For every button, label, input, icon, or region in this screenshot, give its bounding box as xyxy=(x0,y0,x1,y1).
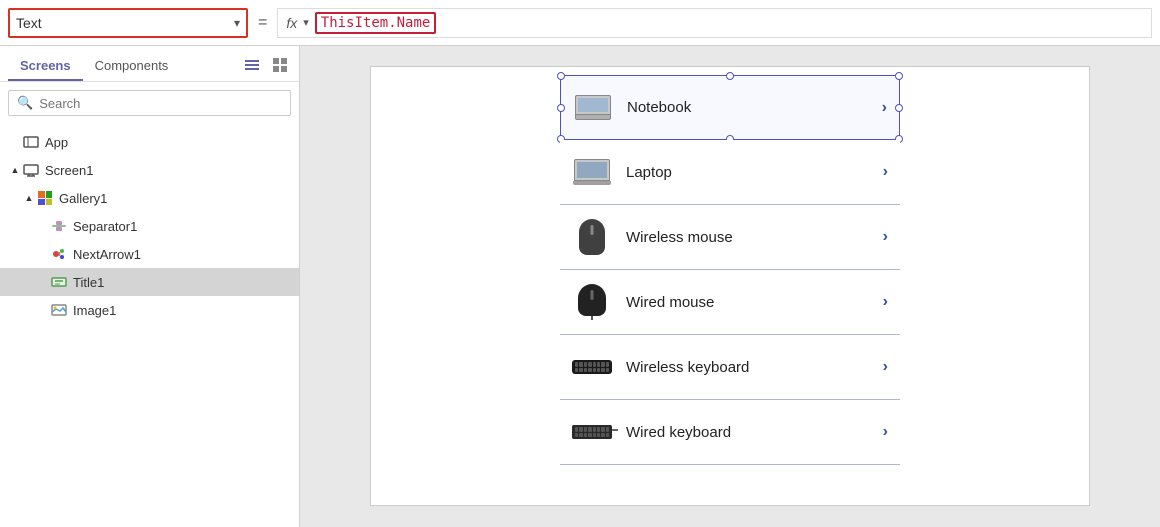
item-name-wired-keyboard: Wired keyboard xyxy=(626,424,883,441)
tab-screens[interactable]: Screens xyxy=(8,52,83,81)
nextarrow-icon xyxy=(50,245,68,263)
formula-expression: ThisItem.Name xyxy=(315,12,437,34)
title-icon xyxy=(50,273,68,291)
canvas-area[interactable]: Notebook › Laptop › xyxy=(300,46,1160,527)
app-icon xyxy=(22,133,40,151)
handle-tm[interactable] xyxy=(726,72,734,80)
item-image-wireless-keyboard xyxy=(572,347,612,387)
item-image-laptop xyxy=(572,152,612,192)
item-arrow-wireless-keyboard[interactable]: › xyxy=(883,358,888,376)
separator-icon xyxy=(50,217,68,235)
tree-item-app[interactable]: App xyxy=(0,128,299,156)
item-arrow-wired-keyboard[interactable]: › xyxy=(883,423,888,441)
search-icon: 🔍 xyxy=(17,95,33,111)
item-name-wired-mouse: Wired mouse xyxy=(626,294,883,311)
tree-label-gallery1: Gallery1 xyxy=(59,191,107,206)
tree-label-app: App xyxy=(45,135,68,150)
handle-ml[interactable] xyxy=(557,104,565,112)
item-arrow-laptop[interactable]: › xyxy=(883,163,888,181)
tree-item-separator1[interactable]: Separator1 xyxy=(0,212,299,240)
tree-label-title1: Title1 xyxy=(73,275,104,290)
handle-tl[interactable] xyxy=(557,72,565,80)
search-box[interactable]: 🔍 xyxy=(8,90,291,116)
formula-fx-icon: fx xyxy=(286,15,297,31)
image1-icon xyxy=(50,301,68,319)
item-name-wireless-keyboard: Wireless keyboard xyxy=(626,359,883,376)
tree-label-image1: Image1 xyxy=(73,303,116,318)
list-view-icon[interactable] xyxy=(241,54,263,76)
expand-gallery1[interactable]: ▲ xyxy=(22,193,36,203)
tree-item-image1[interactable]: Image1 xyxy=(0,296,299,324)
item-image-wireless-mouse xyxy=(572,217,612,257)
item-name-wireless-mouse: Wireless mouse xyxy=(626,229,883,246)
item-image-wired-keyboard xyxy=(572,412,612,452)
item-name-notebook: Notebook xyxy=(627,99,882,116)
main-area: Screens Components xyxy=(0,46,1160,527)
search-input[interactable] xyxy=(39,96,282,111)
handle-mr[interactable] xyxy=(895,104,903,112)
gallery-item-wireless-keyboard[interactable]: Wireless keyboard › xyxy=(560,335,900,400)
app-canvas: Notebook › Laptop › xyxy=(370,66,1090,506)
tree-item-gallery1[interactable]: ▲ Gallery1 xyxy=(0,184,299,212)
tree-label-separator1: Separator1 xyxy=(73,219,137,234)
equals-sign: = xyxy=(254,14,271,32)
item-image-notebook xyxy=(573,88,613,128)
gallery-item-wireless-mouse[interactable]: Wireless mouse › xyxy=(560,205,900,270)
left-panel: Screens Components xyxy=(0,46,300,527)
item-name-laptop: Laptop xyxy=(626,164,883,181)
tree-item-title1[interactable]: Title1 xyxy=(0,268,299,296)
tree-label-screen1: Screen1 xyxy=(45,163,93,178)
screen-icon xyxy=(22,161,40,179)
expand-screen1[interactable]: ▲ xyxy=(8,165,22,175)
property-label: Text xyxy=(16,15,230,31)
gallery-item-laptop[interactable]: Laptop › xyxy=(560,140,900,205)
item-image-wired-mouse xyxy=(572,282,612,322)
item-arrow-wired-mouse[interactable]: › xyxy=(883,293,888,311)
property-selector[interactable]: Text ▾ xyxy=(8,8,248,38)
formula-chevron-icon[interactable]: ▾ xyxy=(303,16,309,29)
gallery-item-wired-mouse[interactable]: Wired mouse › xyxy=(560,270,900,335)
tree-item-screen1[interactable]: ▲ Screen1 xyxy=(0,156,299,184)
property-dropdown-icon[interactable]: ▾ xyxy=(234,16,240,30)
item-arrow-wireless-mouse[interactable]: › xyxy=(883,228,888,246)
handle-tr[interactable] xyxy=(895,72,903,80)
item-arrow-notebook[interactable]: › xyxy=(882,99,887,117)
gallery-container: Notebook › Laptop › xyxy=(560,75,900,465)
tree-label-nextarrow1: NextArrow1 xyxy=(73,247,141,262)
gallery-icon xyxy=(36,189,54,207)
tabs-bar: Screens Components xyxy=(0,46,299,82)
tabs-icons xyxy=(241,54,291,80)
formula-bar[interactable]: fx ▾ ThisItem.Name xyxy=(277,8,1152,38)
tab-components[interactable]: Components xyxy=(83,52,181,81)
tree-item-nextarrow1[interactable]: NextArrow1 xyxy=(0,240,299,268)
gallery-item-notebook[interactable]: Notebook › xyxy=(560,75,900,140)
gallery-item-wired-keyboard[interactable]: Wired keyboard › xyxy=(560,400,900,465)
grid-view-icon[interactable] xyxy=(269,54,291,76)
tree-panel: App ▲ Screen1 ▲ xyxy=(0,124,299,527)
top-bar: Text ▾ = fx ▾ ThisItem.Name xyxy=(0,0,1160,46)
